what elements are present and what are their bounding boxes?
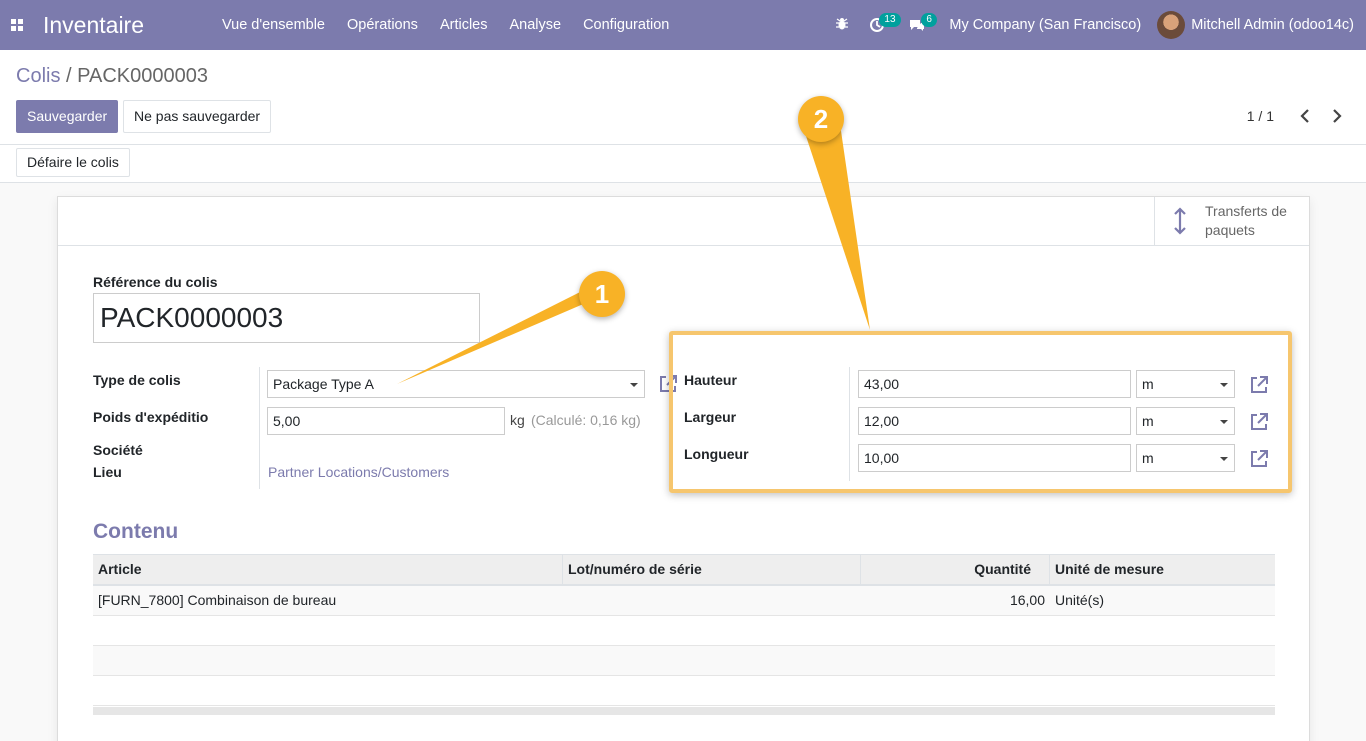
callout-2-badge: 2 bbox=[798, 96, 844, 142]
callout-2-arrow bbox=[804, 124, 870, 330]
annotation-arrows bbox=[397, 124, 870, 384]
callout-1-arrow bbox=[397, 280, 604, 384]
callout-1-badge: 1 bbox=[579, 271, 625, 317]
